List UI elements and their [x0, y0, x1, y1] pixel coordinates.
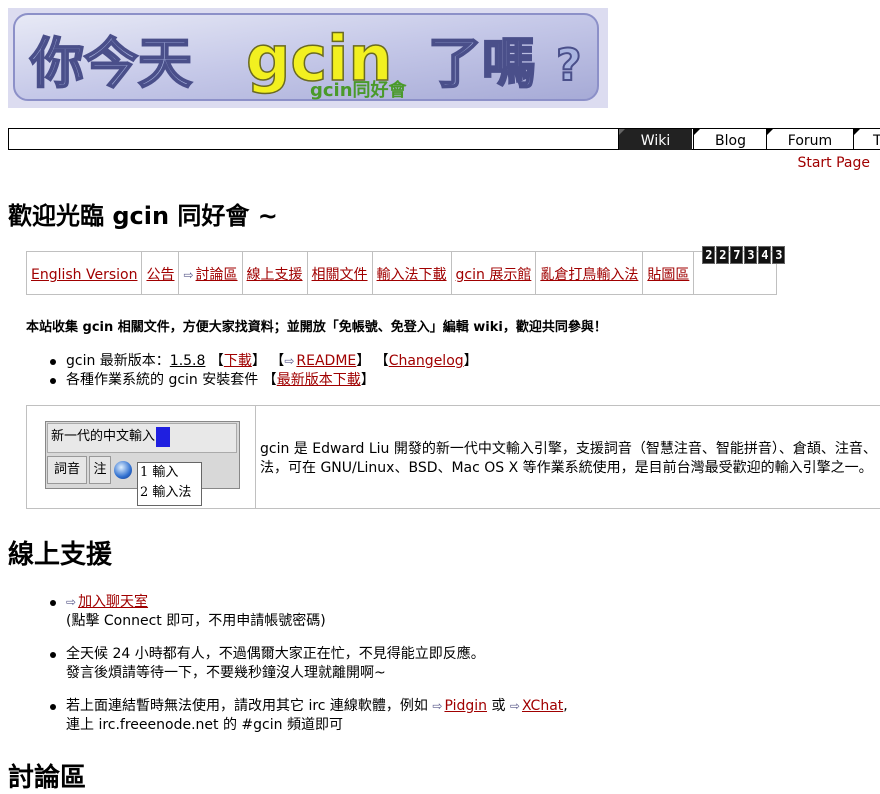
packages-prefix: 各種作業系統的 gcin 安裝套件 [66, 372, 259, 388]
readme-link[interactable]: README [296, 353, 356, 369]
irc-alt-text: 若上面連結暫時無法使用，請改用其它 irc 連線軟體，例如 [66, 698, 428, 714]
announcement-link[interactable]: 公告 [146, 267, 174, 283]
tab-corner-icon [854, 129, 860, 135]
image-board-link[interactable]: 貼圖區 [647, 267, 689, 283]
link-cell: English Version [27, 252, 143, 294]
link-cell: 線上支援 [243, 252, 308, 294]
support-wait-text: 發言後煩請等待一下，不要幾秒鐘沒人理就離開啊~ [66, 665, 386, 681]
tab-blog-label: Blog [715, 133, 746, 149]
feature-desc-line: 法，可在 GNU/Linux、BSD、Mac OS X 等作業系統使用，是目前台… [260, 460, 873, 476]
tab-corner-icon [619, 129, 625, 135]
logo-title-right: 了嗎 [428, 32, 536, 95]
link-cell: ⇨ 討論區 [179, 252, 243, 294]
tab-forum[interactable]: Forum [766, 128, 853, 150]
tab-t-label: T [873, 133, 880, 149]
external-link-icon: ⇨ [432, 699, 443, 713]
counter-cell: 2 2 7 3 4 3 [694, 246, 789, 294]
link-cell: 相關文件 [308, 252, 373, 294]
tab-wiki-label: Wiki [640, 133, 671, 149]
tab-t[interactable]: T [853, 128, 880, 150]
version-prefix: gcin 最新版本： [66, 353, 170, 369]
latest-download-link[interactable]: 最新版本下載 [277, 372, 361, 388]
release-list: gcin 最新版本：1.5.8 【下載】 【⇨ README】 【Changelo… [50, 352, 478, 390]
counter-digit: 3 [744, 246, 758, 264]
ime-preedit-box: 新一代的中文輸入 [47, 423, 237, 453]
luancang-ime-link[interactable]: 亂倉打鳥輸入法 [540, 267, 638, 283]
link-cell: 輸入法下載 [373, 252, 452, 294]
site-logo[interactable]: 你今天 gcin gcin同好會 了嗎 ? [8, 8, 608, 108]
tab-blog[interactable]: Blog [693, 128, 767, 150]
feature-description: gcin 是 Edward Liu 開發的新一代中文輸入引擎，支援詞音（智慧注音… [260, 440, 880, 478]
download-link[interactable]: 下載 [224, 353, 252, 369]
ime-zhuyin-button: 注 [89, 456, 111, 484]
support-heading: 線上支援 [8, 540, 113, 570]
link-cell: 公告 [142, 252, 180, 294]
tab-corner-icon [767, 129, 773, 135]
logo-question-mark: ? [556, 40, 582, 91]
ime-caret [156, 426, 171, 447]
external-link-icon: ⇨ [284, 354, 295, 368]
online-support-link[interactable]: 線上支援 [247, 267, 303, 283]
ime-download-link[interactable]: 輸入法下載 [377, 267, 447, 283]
visit-counter: 2 2 7 3 4 3 [702, 246, 786, 264]
tab-forum-label: Forum [787, 133, 833, 149]
counter-digit: 7 [730, 246, 744, 264]
forum-heading: 討論區 [8, 763, 87, 793]
start-page-link[interactable]: Start Page [797, 155, 870, 171]
feature-table: 新一代的中文輸入 詞音 注 1 輸入 2 輸入法 gcin 是 Edward L… [26, 405, 880, 509]
counter-digit: 3 [772, 246, 786, 264]
changelog-link[interactable]: Changelog [389, 353, 464, 369]
pidgin-link[interactable]: Pidgin [444, 698, 487, 714]
table-divider [255, 406, 256, 508]
support-list: ⇨ 加入聊天室 (點擊 Connect 即可，不用申請帳號密碼) 全天候 24 小… [50, 593, 568, 735]
ime-status-icon [114, 461, 132, 479]
or-text: 或 [491, 698, 506, 714]
counter-digit: 4 [758, 246, 772, 264]
external-link-icon: ⇨ [66, 595, 77, 609]
tab-corner-icon [694, 129, 700, 135]
list-item: 全天候 24 小時都有人，不過偶爾大家正在忙，不見得能立即反應。 發言後煩請等待… [50, 645, 568, 683]
support-hours-text: 全天候 24 小時都有人，不過偶爾大家正在忙，不見得能立即反應。 [66, 646, 485, 662]
counter-digit: 2 [702, 246, 716, 264]
xchat-link[interactable]: XChat [522, 698, 563, 714]
showcase-link[interactable]: gcin 展示館 [456, 267, 532, 283]
link-cell: gcin 展示館 [452, 252, 537, 294]
ime-preedit-text: 新一代的中文輸入 [51, 429, 156, 444]
version-link[interactable]: 1.5.8 [170, 353, 206, 369]
tab-wiki[interactable]: Wiki [618, 128, 692, 150]
list-item: ⇨ 加入聊天室 (點擊 Connect 即可，不用申請帳號密碼) [50, 593, 568, 631]
external-link-icon: ⇨ [509, 699, 520, 713]
documents-link[interactable]: 相關文件 [312, 267, 368, 283]
logo-subtitle: gcin同好會 [310, 79, 408, 101]
english-version-link[interactable]: English Version [31, 267, 137, 283]
top-nav-bar: Wiki Blog Forum T [8, 128, 880, 150]
counter-digit: 2 [716, 246, 730, 264]
list-item: gcin 最新版本：1.5.8 【下載】 【⇨ README】 【Changelo… [50, 352, 478, 371]
logo-title-left: 你今天 [29, 32, 192, 95]
ime-demo-image: 新一代的中文輸入 詞音 注 1 輸入 2 輸入法 [45, 421, 240, 506]
ime-mode-button: 詞音 [47, 456, 87, 484]
link-cell: 貼圖區 [643, 252, 695, 294]
chat-note: (點擊 Connect 即可，不用申請帳號密碼) [66, 613, 326, 629]
ime-candidate: 2 輸入法 [140, 485, 192, 500]
ime-candidate-list: 1 輸入 2 輸入法 [137, 462, 202, 506]
forum-link[interactable]: 討論區 [196, 267, 238, 283]
ime-candidate: 1 輸入 [140, 465, 179, 480]
irc-channel-text: 連上 irc.freeenode.net 的 #gcin 頻道即可 [66, 717, 343, 733]
external-link-icon: ⇨ [183, 268, 194, 282]
list-item: 若上面連結暫時無法使用，請改用其它 irc 連線軟體，例如 ⇨ Pidgin 或 … [50, 697, 568, 735]
list-item: 各種作業系統的 gcin 安裝套件 【最新版本下載】 [50, 371, 478, 390]
welcome-heading: 歡迎光臨 gcin 同好會 ~ [8, 202, 278, 230]
feature-desc-line: gcin 是 Edward Liu 開發的新一代中文輸入引擎，支援詞音（智慧注音… [260, 441, 877, 457]
quick-links-bar: English Version 公告 ⇨ 討論區 線上支援 相關文件 輸入法下載 … [26, 246, 786, 295]
intro-text: 本站收集 gcin 相關文件，方便大家找資料；並開放「免帳號、免登入」編輯 wi… [26, 320, 607, 335]
link-cell: 亂倉打鳥輸入法 [536, 252, 644, 294]
join-chat-link[interactable]: 加入聊天室 [78, 594, 148, 610]
